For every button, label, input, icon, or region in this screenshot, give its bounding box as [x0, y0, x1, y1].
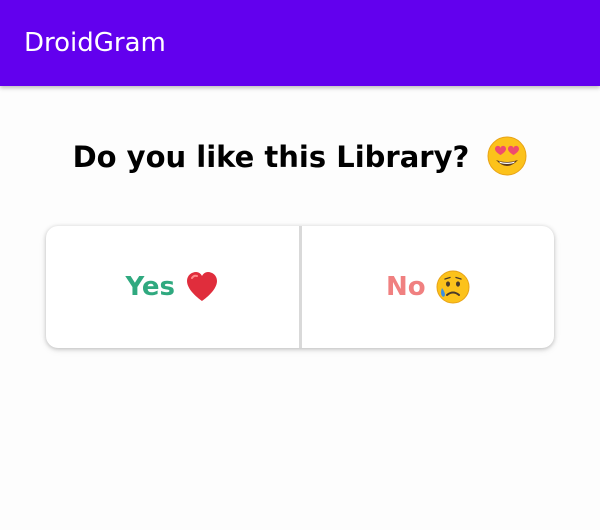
no-label: No — [385, 272, 426, 302]
heart-eyes-emoji-icon — [487, 136, 527, 176]
yes-button[interactable]: Yes — [46, 226, 299, 348]
question-heading: Do you like this Library? — [0, 136, 600, 176]
app-screen: DroidGram Do you like this Library? Yes … — [0, 0, 600, 530]
question-text: Do you like this Library? — [72, 140, 470, 174]
yes-label: Yes — [125, 272, 176, 302]
top-app-bar: DroidGram — [0, 0, 600, 86]
app-title: DroidGram — [24, 28, 166, 58]
sad-tear-face-icon — [436, 270, 470, 304]
no-button[interactable]: No — [302, 226, 555, 348]
red-heart-icon — [187, 272, 218, 301]
answer-card: Yes No — [46, 226, 554, 348]
